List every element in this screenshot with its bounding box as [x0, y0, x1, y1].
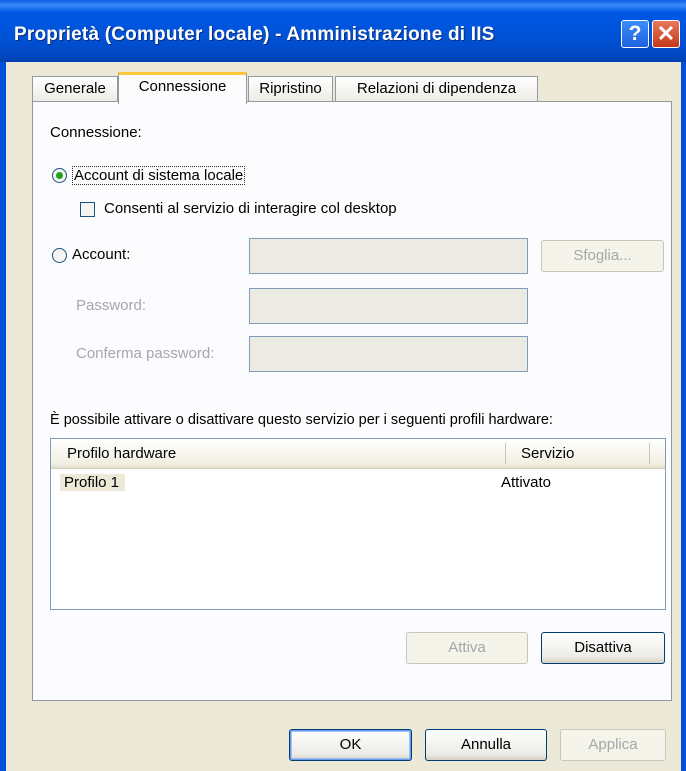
account-input[interactable] — [249, 238, 528, 274]
local-system-account-radio[interactable] — [52, 168, 67, 183]
browse-button[interactable]: Sfoglia... — [541, 240, 664, 272]
tab-generale[interactable]: Generale — [32, 76, 118, 102]
column-divider[interactable] — [649, 443, 650, 464]
password-input[interactable] — [249, 288, 528, 324]
account-label[interactable]: Account: — [72, 246, 130, 263]
confirm-password-input[interactable] — [249, 336, 528, 372]
column-header-service[interactable]: Servizio — [521, 445, 574, 462]
allow-desktop-interaction-checkbox[interactable] — [80, 202, 95, 217]
connection-section-label: Connessione: — [50, 124, 142, 141]
allow-desktop-interaction-label[interactable]: Consenti al servizio di interagire col d… — [104, 200, 397, 217]
tab-panel-connessione — [32, 101, 672, 701]
window-frame-right — [681, 62, 686, 771]
apply-button[interactable]: Applica — [560, 729, 666, 761]
tab-connessione[interactable]: Connessione — [118, 72, 247, 104]
cancel-button[interactable]: Annulla — [425, 729, 547, 761]
title-bar[interactable]: Proprietà (Computer locale) - Amministra… — [0, 0, 686, 62]
password-label: Password: — [76, 297, 147, 314]
disable-button[interactable]: Disattiva — [541, 632, 665, 664]
service-cell: Attivato — [501, 474, 552, 491]
tab-relazioni-dipendenza[interactable]: Relazioni di dipendenza — [335, 76, 538, 102]
window-frame-left — [0, 62, 6, 771]
enable-button[interactable]: Attiva — [406, 632, 528, 664]
profile-cell: Profilo 1 — [60, 474, 126, 491]
local-system-account-label[interactable]: Account di sistema locale — [72, 166, 246, 185]
confirm-password-label: Conferma password: — [76, 345, 215, 362]
help-icon[interactable]: ? — [621, 20, 649, 48]
column-divider[interactable] — [505, 443, 506, 464]
ok-button[interactable]: OK — [289, 729, 412, 761]
table-row[interactable]: Profilo 1 Attivato — [51, 472, 665, 496]
radio-selected-dot — [56, 172, 63, 179]
column-header-profile[interactable]: Profilo hardware — [67, 445, 176, 462]
hardware-profiles-description: È possibile attivare o disattivare quest… — [50, 412, 553, 428]
window-title: Proprietà (Computer locale) - Amministra… — [14, 24, 495, 45]
hardware-profiles-list[interactable]: Profilo hardware Servizio Profilo 1 Atti… — [50, 438, 666, 610]
tab-ripristino[interactable]: Ripristino — [248, 76, 333, 102]
properties-dialog: Proprietà (Computer locale) - Amministra… — [0, 0, 686, 771]
account-radio[interactable] — [52, 248, 67, 263]
list-header: Profilo hardware Servizio — [51, 439, 665, 469]
close-icon[interactable]: ✕ — [652, 20, 680, 48]
